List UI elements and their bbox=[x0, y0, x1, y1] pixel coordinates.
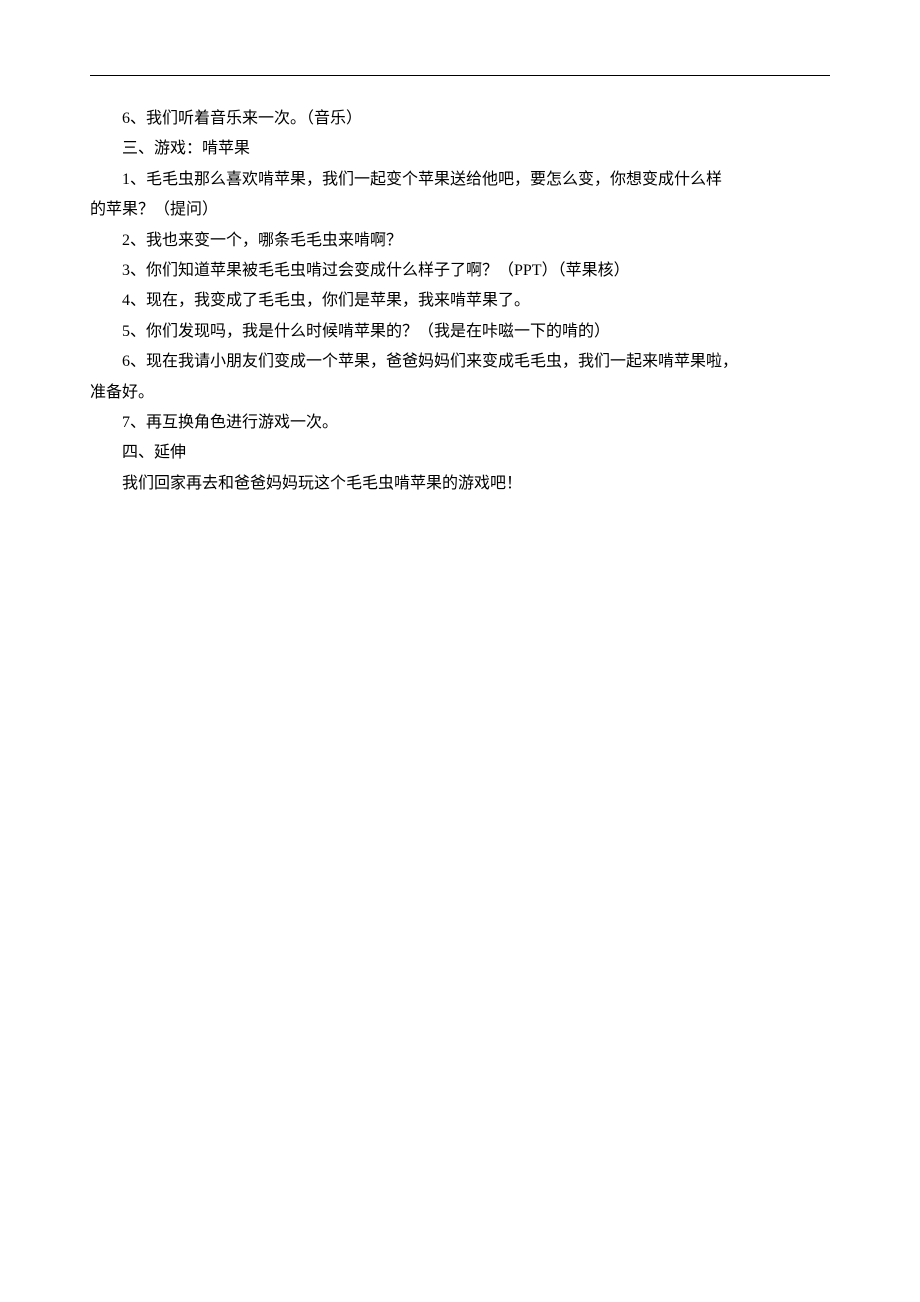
text-line: 6、我们听着音乐来一次。（音乐） bbox=[90, 104, 830, 134]
section-heading: 三、游戏：啃苹果 bbox=[90, 134, 830, 164]
text-line: 7、再互换角色进行游戏一次。 bbox=[90, 408, 830, 438]
text-line: 4、现在，我变成了毛毛虫，你们是苹果，我来啃苹果了。 bbox=[90, 286, 830, 316]
horizontal-rule bbox=[90, 75, 830, 76]
text-line: 5、你们发现吗，我是什么时候啃苹果的？（我是在咔嗞一下的啃的） bbox=[90, 317, 830, 347]
section-heading: 四、延伸 bbox=[90, 438, 830, 468]
text-line: 我们回家再去和爸爸妈妈玩这个毛毛虫啃苹果的游戏吧！ bbox=[90, 469, 830, 499]
text-line-continuation: 的苹果？（提问） bbox=[90, 195, 830, 225]
document-body: 6、我们听着音乐来一次。（音乐） 三、游戏：啃苹果 1、毛毛虫那么喜欢啃苹果，我… bbox=[90, 104, 830, 499]
text-line: 1、毛毛虫那么喜欢啃苹果，我们一起变个苹果送给他吧，要怎么变，你想变成什么样 bbox=[90, 165, 830, 195]
document-page: 6、我们听着音乐来一次。（音乐） 三、游戏：啃苹果 1、毛毛虫那么喜欢啃苹果，我… bbox=[0, 0, 920, 1302]
text-line: 2、我也来变一个，哪条毛毛虫来啃啊？ bbox=[90, 226, 830, 256]
text-line: 6、现在我请小朋友们变成一个苹果，爸爸妈妈们来变成毛毛虫，我们一起来啃苹果啦， bbox=[90, 347, 830, 377]
text-line: 3、你们知道苹果被毛毛虫啃过会变成什么样子了啊？（PPT）（苹果核） bbox=[90, 256, 830, 286]
text-line-continuation: 准备好。 bbox=[90, 378, 830, 408]
